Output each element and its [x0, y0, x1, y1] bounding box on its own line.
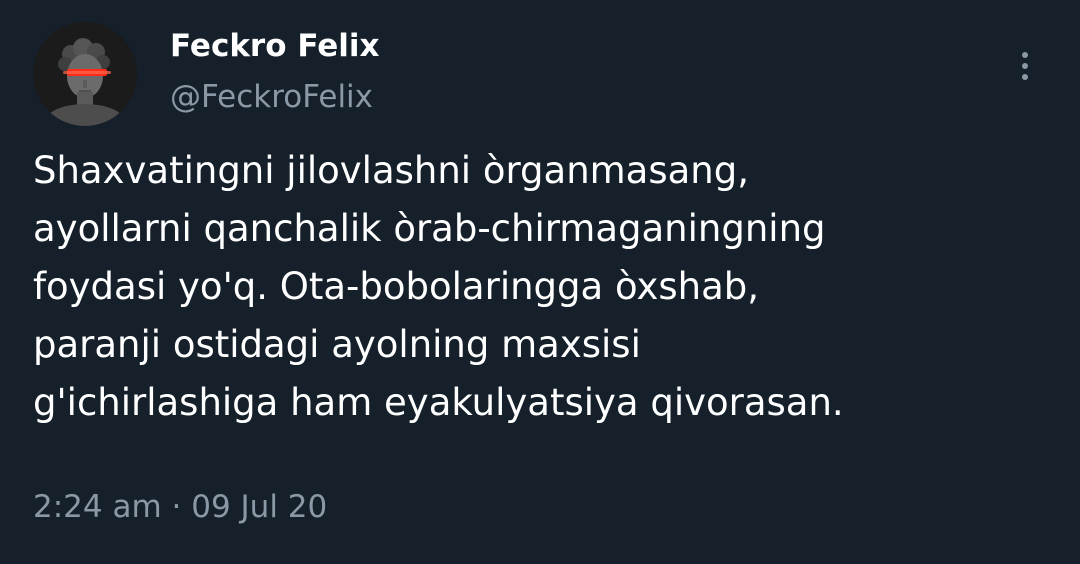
tweet-text-line: ayollarni qanchalik òrab-chirmaganingnin… — [33, 207, 826, 250]
more-options-button[interactable] — [1008, 46, 1042, 86]
tweet-text-line: paranji ostidagi ayolning maxsisi — [33, 323, 641, 366]
tweet-text-line: Shaxvatingni jilovlashni òrganmasang, — [33, 149, 750, 192]
tweet-text: Shaxvatingni jilovlashni òrganmasang, ay… — [33, 142, 1053, 432]
statue-head-red-visor-icon — [33, 22, 137, 126]
tweet-text-line: foydasi yo'q. Ota-bobolaringga òxshab, — [33, 265, 759, 308]
more-vertical-icon-dot — [1022, 63, 1028, 69]
more-vertical-icon-dot — [1022, 74, 1028, 80]
tweet-timestamp[interactable]: 2:24 am · 09 Jul 20 — [33, 485, 327, 529]
author-handle[interactable]: @FeckroFelix — [170, 77, 373, 117]
tweet-text-line: g'ichirlashiga ham eyakulyatsiya qivoras… — [33, 381, 844, 424]
tweet-card: Feckro Felix @FeckroFelix Shaxvatingni j… — [0, 0, 1080, 564]
more-vertical-icon — [1022, 52, 1028, 58]
avatar[interactable] — [33, 22, 137, 126]
author-display-name[interactable]: Feckro Felix — [170, 26, 380, 66]
